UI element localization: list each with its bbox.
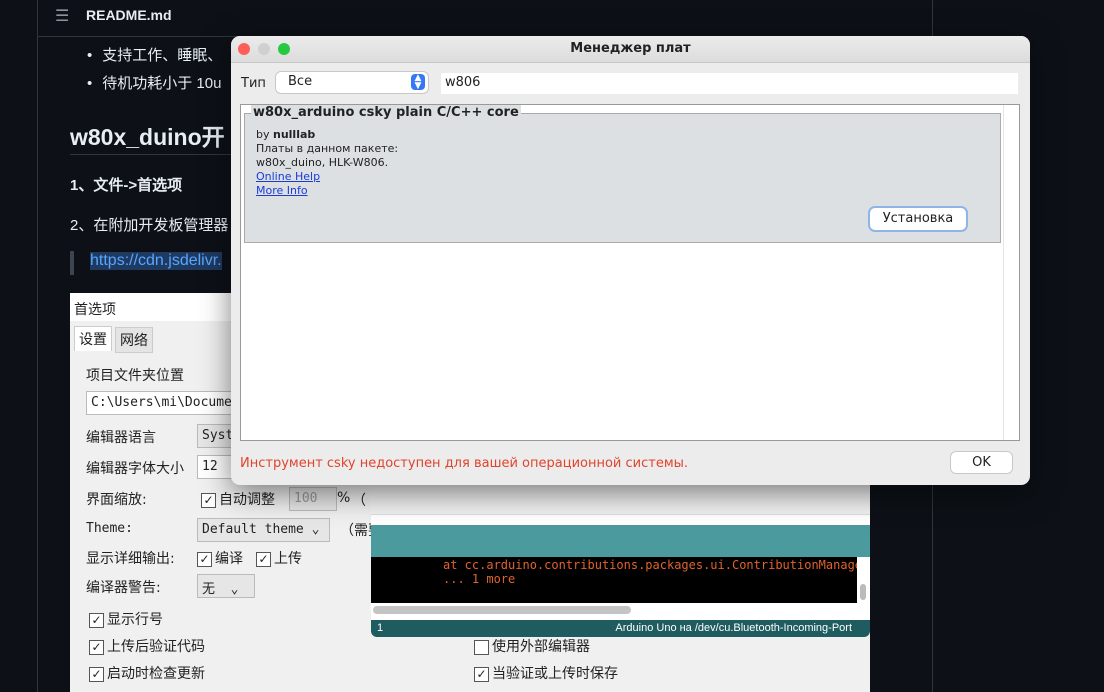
- error-message: Инструмент csky недоступен для вашей опе…: [240, 456, 689, 471]
- more-info-link[interactable]: More Info: [256, 184, 398, 198]
- install-button[interactable]: Установка: [870, 208, 966, 230]
- scale-note: （: [352, 493, 366, 509]
- checkbox-label: 显示行号: [107, 612, 163, 628]
- step-1: 1、文件->首选项: [70, 177, 183, 194]
- status-bar: 1 Arduino Uno на /dev/cu.Bluetooth-Incom…: [371, 620, 870, 637]
- warnings-select[interactable]: 无 ⌄: [197, 574, 255, 598]
- readme-header: ☰ README.md: [37, 0, 933, 37]
- board-port: Arduino Uno на /dev/cu.Bluetooth-Incomin…: [615, 622, 852, 634]
- board-name: w80x_arduino csky plain C/C++ core: [251, 105, 521, 120]
- type-select[interactable]: Все ▲ ▼: [276, 72, 428, 93]
- scale-auto-label: 自动调整: [219, 492, 275, 508]
- theme-label: Theme:: [86, 521, 133, 536]
- verbose-compile-label: 编译: [215, 551, 243, 567]
- bullet: 待机功耗小于 10u: [87, 72, 221, 93]
- console-header: [371, 525, 870, 557]
- warnings-label: 编译器警告:: [86, 580, 161, 596]
- checkbox-label: 启动时检查更新: [107, 666, 205, 682]
- checkbox-label: 上传后验证代码: [107, 639, 205, 655]
- checkbox-label: 使用外部编辑器: [492, 639, 590, 655]
- console-output: at cc.arduino.contributions.packages.ui.…: [371, 557, 857, 603]
- boards-label: Платы в данном пакете:: [256, 142, 399, 155]
- console-vscrollbar[interactable]: [860, 584, 866, 600]
- boards-included: w80x_duino, HLK-W806.: [256, 156, 389, 169]
- language-label: 编辑器语言: [86, 430, 156, 446]
- verbose-compile-checkbox[interactable]: ✓: [197, 551, 212, 567]
- check-updates-checkbox[interactable]: ✓: [89, 666, 104, 682]
- scale-auto-checkbox[interactable]: ✓: [201, 492, 216, 508]
- fontsize-label: 编辑器字体大小: [86, 461, 184, 477]
- board-item[interactable]: w80x_arduino csky plain C/C++ core by nu…: [244, 105, 1001, 243]
- type-value: Все: [288, 74, 313, 89]
- bullet: 支持工作、睡眠、: [87, 44, 222, 65]
- arduino-ide-window: at cc.arduino.contributions.packages.ui.…: [371, 470, 870, 637]
- checkbox-label: 当验证或上传时保存: [492, 666, 618, 682]
- save-on-verify-checkbox[interactable]: ✓: [474, 666, 489, 682]
- warnings-value: 无: [202, 582, 216, 597]
- readme-filename: README.md: [86, 7, 172, 23]
- theme-select[interactable]: Default theme ⌄: [197, 518, 330, 542]
- tab-network[interactable]: 网络: [115, 327, 153, 353]
- scale-pct: %: [337, 490, 351, 506]
- show-line-numbers-checkbox[interactable]: ✓: [89, 612, 104, 628]
- step-2: 2、在附加开发板管理器: [70, 217, 229, 234]
- verify-after-upload-checkbox[interactable]: ✓: [89, 639, 104, 655]
- by-label: by: [256, 128, 273, 141]
- section-heading: w80x_duino开: [70, 124, 225, 150]
- boards-manager-dialog: Менеджер плат Тип Все ▲ ▼ w806 w80x_ardui…: [231, 36, 1030, 485]
- verbose-upload-checkbox[interactable]: ✓: [256, 551, 271, 567]
- scale-input[interactable]: 100: [289, 487, 337, 511]
- external-editor-checkbox[interactable]: [474, 639, 489, 655]
- dialog-title: Менеджер плат: [570, 41, 691, 56]
- board-author: nulllab: [273, 128, 316, 141]
- scale-label: 界面缩放:: [86, 492, 147, 508]
- blockquote-bar: [70, 251, 74, 275]
- verbose-upload-label: 上传: [274, 551, 302, 567]
- ok-button[interactable]: OK: [951, 452, 1012, 473]
- verbose-label: 显示详细输出:: [86, 551, 175, 567]
- online-help-link[interactable]: Online Help: [256, 170, 398, 184]
- chevron-updown-icon: ▲ ▼: [411, 74, 425, 91]
- line-number: 1: [377, 622, 384, 634]
- console-line: at cc.arduino.contributions.packages.ui.…: [443, 558, 857, 572]
- tab-settings[interactable]: 设置: [74, 326, 112, 351]
- search-input[interactable]: w806: [441, 73, 1018, 94]
- type-label: Тип: [241, 76, 266, 91]
- theme-value: Default theme: [202, 522, 304, 537]
- toc-icon[interactable]: ☰: [55, 6, 69, 26]
- boards-list: w80x_arduino csky plain C/C++ core by nu…: [240, 104, 1020, 441]
- url-link[interactable]: https://cdn.jsdelivr.: [90, 252, 222, 270]
- console-line: ... 1 more: [443, 572, 516, 586]
- console-hscrollbar[interactable]: [373, 606, 631, 614]
- prefs-title: 首选项: [74, 302, 116, 318]
- sketchbook-label: 项目文件夹位置: [86, 368, 184, 384]
- list-scrollbar[interactable]: [1003, 105, 1019, 440]
